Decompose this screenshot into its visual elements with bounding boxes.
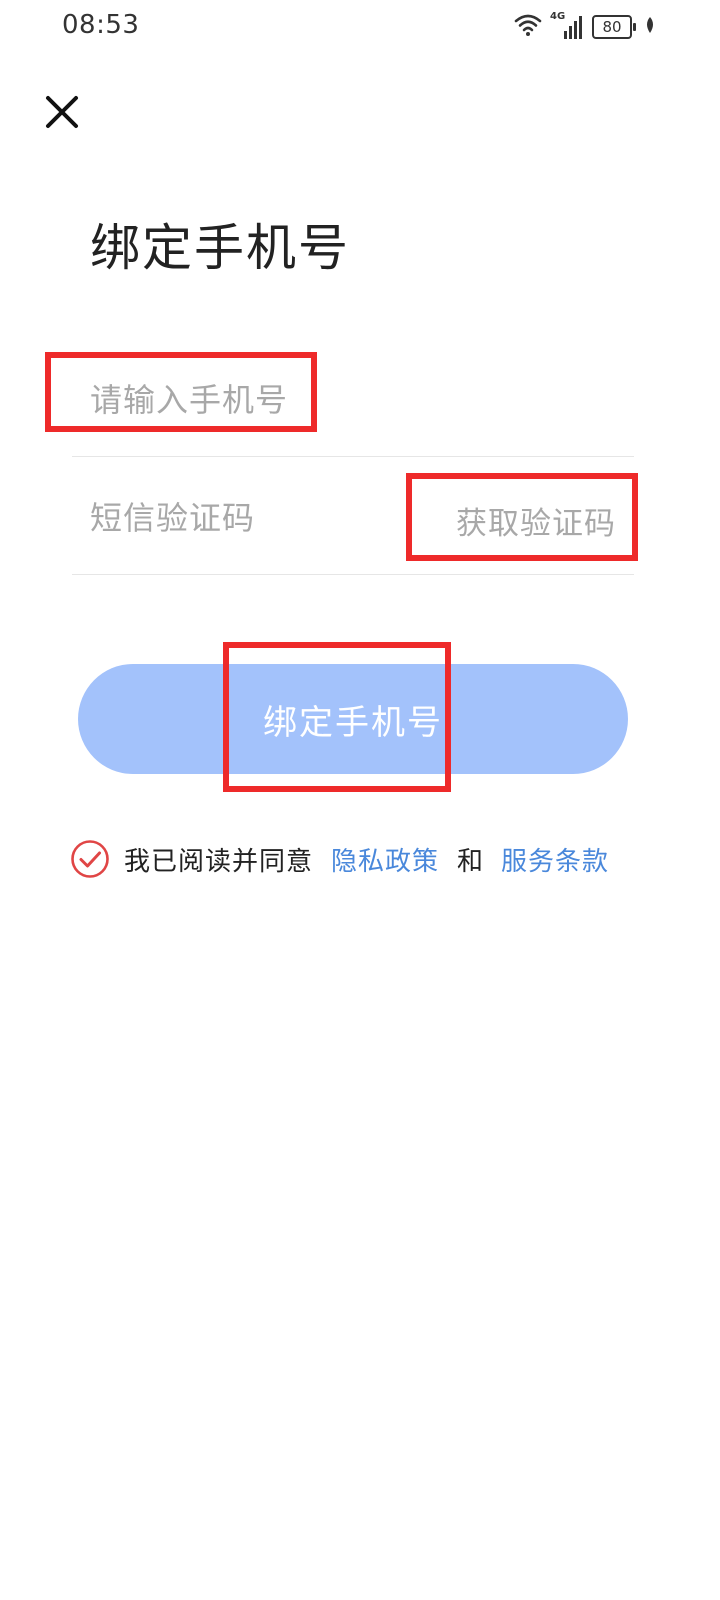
status-icons: 4G 80: [514, 11, 656, 42]
terms-of-service-link[interactable]: 服务条款: [501, 841, 609, 878]
leaf-icon: [644, 16, 656, 38]
cellular-signal-icon: 4G: [550, 11, 584, 41]
page-title: 绑定手机号: [90, 219, 350, 277]
status-time: 08:53: [62, 10, 140, 40]
battery-icon: 80: [592, 15, 636, 39]
close-icon: [45, 95, 79, 133]
sms-code-field: 获取验证码: [72, 458, 634, 575]
status-bar: 08:53 4G 80: [0, 0, 720, 56]
agreement-checkbox[interactable]: [70, 839, 110, 879]
sms-code-input[interactable]: [90, 490, 390, 546]
bind-phone-button[interactable]: 绑定手机号: [78, 664, 628, 774]
agreement-conjunction: 和: [457, 846, 484, 877]
get-code-button[interactable]: 获取验证码: [456, 498, 616, 543]
agreement-text: 我已阅读并同意: [124, 846, 314, 877]
agreement-row: 我已阅读并同意 隐私政策 和 服务条款: [70, 838, 609, 880]
phone-field: [72, 350, 634, 457]
privacy-policy-link[interactable]: 隐私政策: [331, 841, 439, 878]
wifi-icon: [514, 13, 542, 41]
phone-input[interactable]: [90, 372, 610, 428]
check-circle-icon: [71, 840, 109, 878]
close-button[interactable]: [40, 92, 84, 136]
